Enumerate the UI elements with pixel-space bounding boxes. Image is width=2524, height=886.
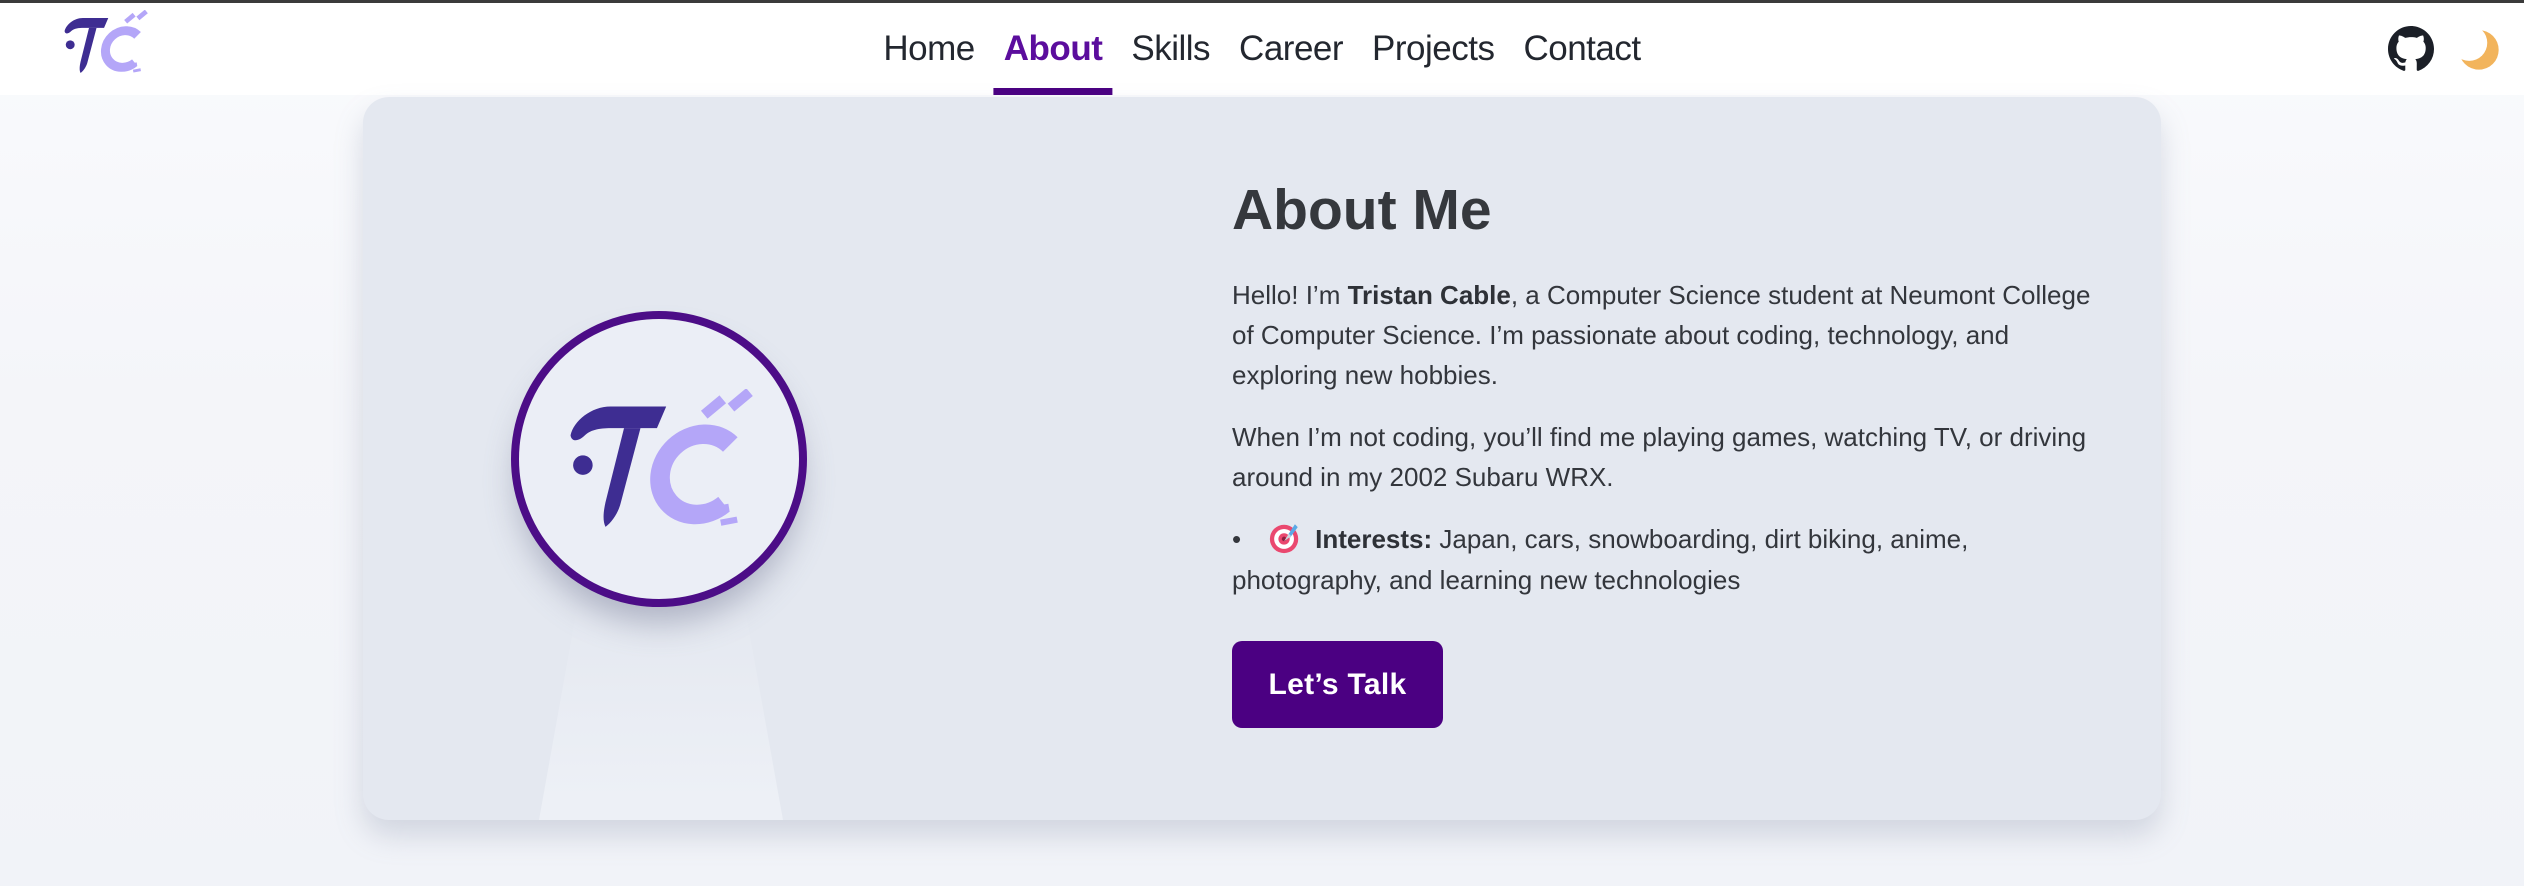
nav-link-home[interactable]: Home — [873, 3, 984, 95]
bullet-point: • — [1232, 524, 1242, 554]
tc-logo-icon — [64, 9, 148, 73]
moon-icon — [2456, 27, 2499, 70]
intro-pre: Hello! I’m — [1232, 280, 1348, 310]
hobbies-paragraph: When I’m not coding, you’ll find me play… — [1232, 422, 2087, 492]
main-nav: Home About Skills Career Projects Contac… — [873, 3, 1650, 95]
interests-list-item: • Interests: Japan, cars, snowboarding, d… — [1232, 519, 2092, 601]
nav-link-contact[interactable]: Contact — [1513, 3, 1650, 95]
intro-paragraph: Hello! I’m Tristan Cable, a Computer Sci… — [1232, 275, 2092, 395]
person-name: Tristan Cable — [1347, 280, 1511, 310]
nav-link-skills[interactable]: Skills — [1121, 3, 1220, 95]
nav-link-about[interactable]: About — [993, 3, 1113, 95]
site-logo[interactable] — [58, 9, 152, 76]
interests-label: Interests: — [1315, 524, 1433, 554]
github-link[interactable] — [2388, 26, 2434, 72]
about-content: About Me Hello! I’m Tristan Cable, a Com… — [1232, 175, 2092, 728]
tc-logo-icon — [570, 389, 753, 527]
nav-icon-group — [2388, 3, 2500, 95]
lets-talk-button[interactable]: Let’s Talk — [1232, 641, 1443, 728]
page-title: About Me — [1232, 178, 1492, 242]
github-icon — [2388, 26, 2434, 71]
logo-spotlight-glow — [539, 602, 783, 820]
nav-link-projects[interactable]: Projects — [1362, 3, 1504, 95]
profile-logo-badge — [511, 311, 807, 607]
about-card: About Me Hello! I’m Tristan Cable, a Com… — [363, 97, 2161, 820]
theme-toggle-button[interactable] — [2456, 27, 2500, 71]
navbar: Home About Skills Career Projects Contac… — [0, 3, 2524, 95]
nav-link-career[interactable]: Career — [1229, 3, 1353, 95]
dartboard-emoji-icon — [1269, 524, 1299, 554]
